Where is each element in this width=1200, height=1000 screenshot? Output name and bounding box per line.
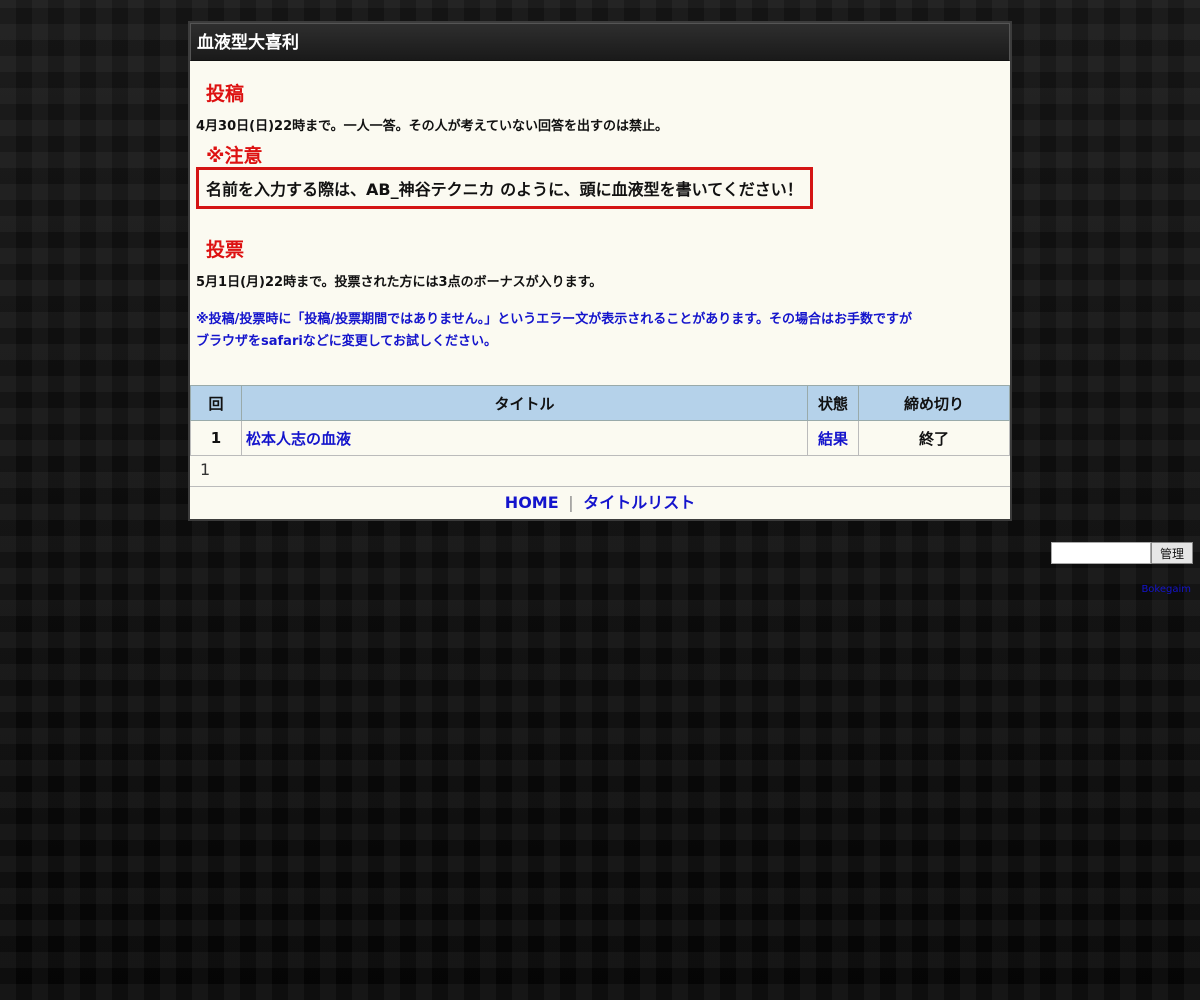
nav-separator: | <box>568 493 574 512</box>
vote-rules-text: 5月1日(月)22時まで。投票された方には3点のボーナスが入ります。 <box>196 275 603 290</box>
title-list-link[interactable]: タイトルリスト <box>583 493 695 512</box>
main-panel: 血液型大喜利 投稿 4月30日(日)22時まで。一人一答。その人が考えていない回… <box>188 21 1012 521</box>
header-deadline: 締め切り <box>858 385 1010 421</box>
admin-button[interactable]: 管理 <box>1151 542 1193 564</box>
current-page: 1 <box>200 460 211 479</box>
post-heading: 投稿 <box>206 83 245 105</box>
notice-box: 名前を入力する際は、AB_神谷テクニカ のように、頭に血液型を書いてください！ <box>196 167 813 209</box>
table-header-row: 回 タイトル 状態 締め切り <box>190 385 1010 421</box>
table-row: 1 松本人志の血液 結果 終了 <box>190 420 1010 456</box>
window-title: 血液型大喜利 <box>190 23 1010 61</box>
row-title-link[interactable]: 松本人志の血液 <box>246 430 351 448</box>
credit-link[interactable]: Bokegaim <box>1141 584 1191 595</box>
header-num: 回 <box>190 385 242 421</box>
home-link[interactable]: HOME <box>505 493 559 512</box>
header-status: 状態 <box>807 385 859 421</box>
vote-heading: 投票 <box>206 239 245 261</box>
browser-warning: ※投稿/投票時に「投稿/投票期間ではありません。」というエラー文が表示されること… <box>196 309 1004 353</box>
admin-password-input[interactable] <box>1051 542 1151 564</box>
row-title-cell: 松本人志の血液 <box>241 420 808 456</box>
header-title: タイトル <box>241 385 808 421</box>
browser-warning-line2: ブラウザをsafariなどに変更してお試しください。 <box>196 334 498 349</box>
result-link[interactable]: 結果 <box>818 430 848 448</box>
title-table: 回 タイトル 状態 締め切り 1 松本人志の血液 結果 終了 <box>190 385 1010 456</box>
browser-warning-line1: ※投稿/投票時に「投稿/投票期間ではありません。」というエラー文が表示されること… <box>196 312 912 327</box>
note-heading: ※注意 <box>206 145 263 167</box>
post-rules-text: 4月30日(日)22時まで。一人一答。その人が考えていない回答を出すのは禁止。 <box>196 119 668 134</box>
footer-nav: HOME | タイトルリスト <box>190 487 1010 519</box>
admin-area: 管理 <box>1051 542 1193 564</box>
content-area: 投稿 4月30日(日)22時まで。一人一答。その人が考えていない回答を出すのは禁… <box>190 61 1010 353</box>
row-status-cell: 結果 <box>807 420 859 456</box>
pager: 1 <box>190 453 1010 487</box>
row-num: 1 <box>190 420 242 456</box>
row-deadline: 終了 <box>858 420 1010 456</box>
